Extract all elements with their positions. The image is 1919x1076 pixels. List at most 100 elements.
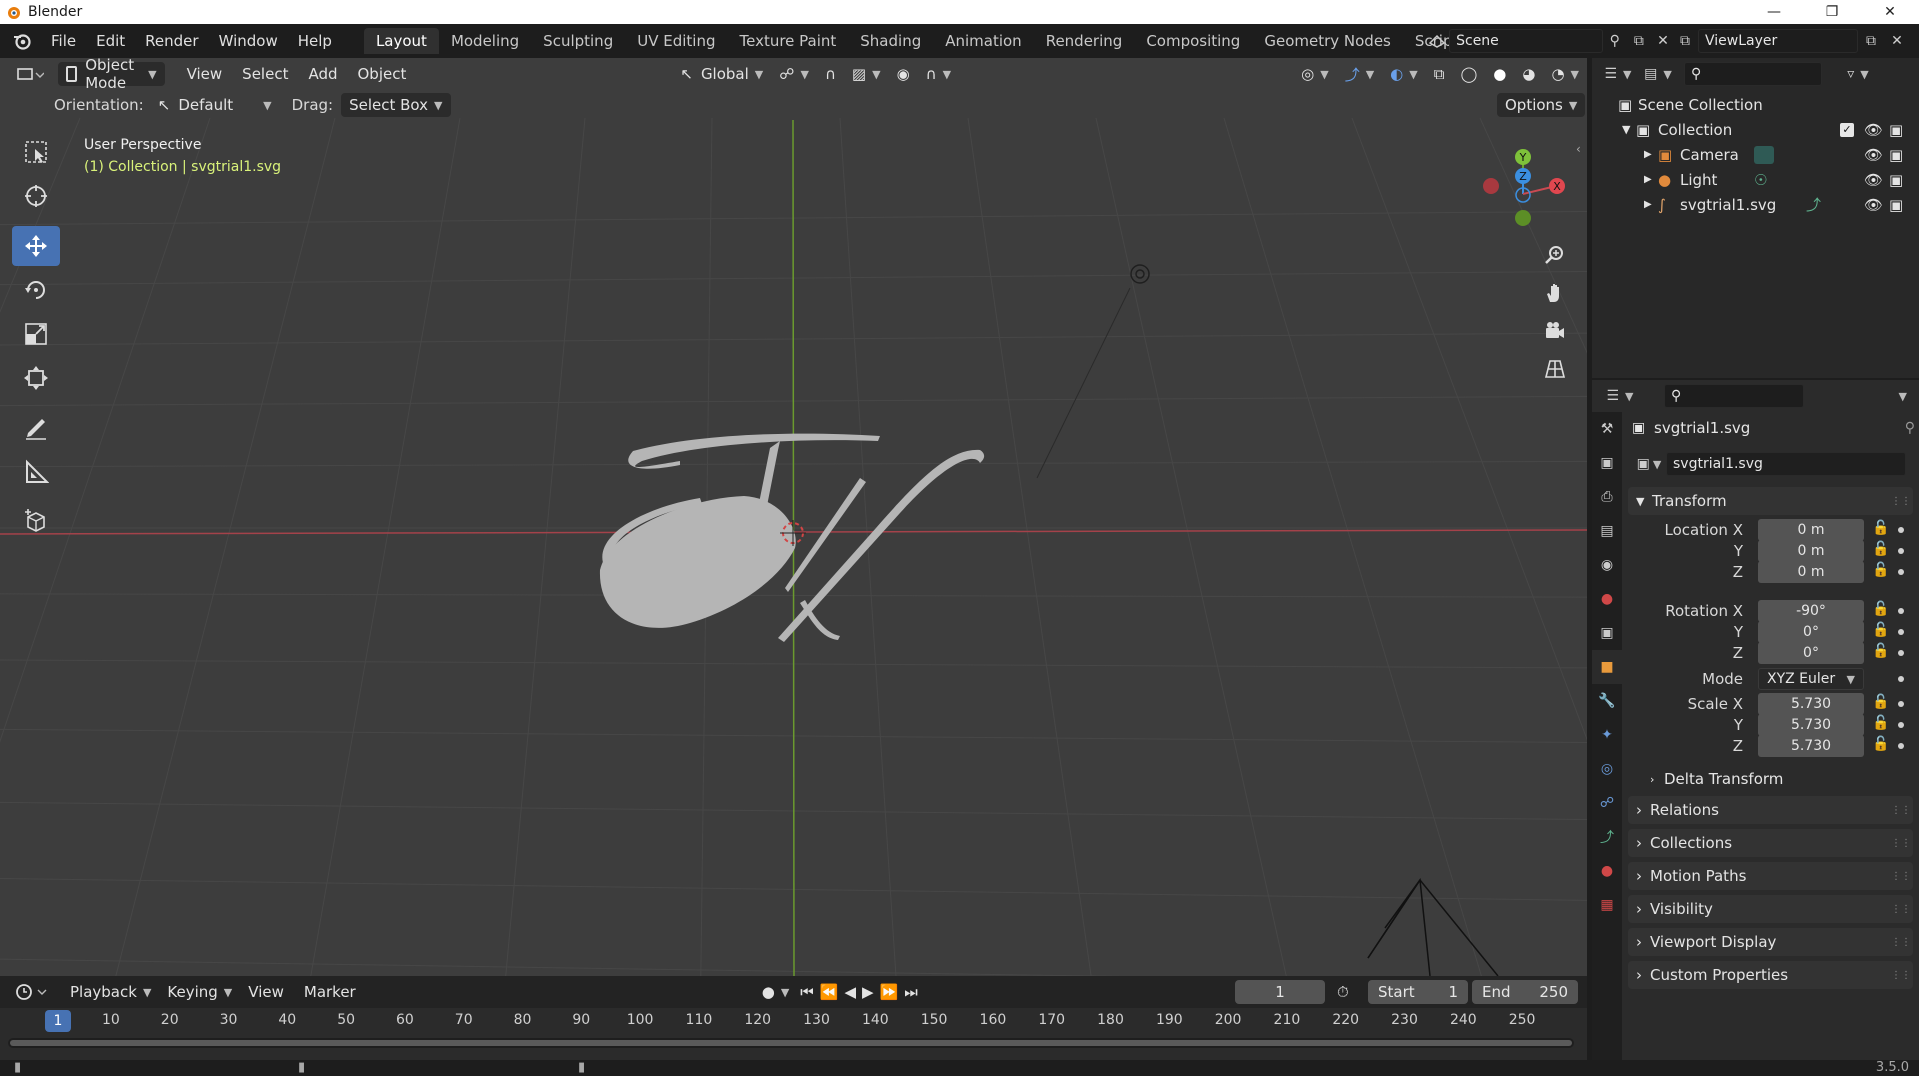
outliner-row-collection[interactable]: ▼ ▣ Collection ✓ 👁 ▣ (1592, 117, 1919, 142)
visibility-selectability-icon[interactable]: ◎ ▼ (1293, 62, 1337, 86)
tab-modeling[interactable]: Modeling (439, 28, 531, 54)
preview-range-icon[interactable]: ⏱ (1329, 980, 1357, 1004)
overlays-toggle-icon[interactable]: ◐ ▼ (1382, 62, 1426, 86)
rotation-mode-dropdown[interactable]: XYZ Euler ▼ (1758, 668, 1864, 690)
outliner-row-camera[interactable]: ▶ ▣ Camera 👁 ▣ (1592, 142, 1919, 167)
outliner-editor-type-icon[interactable]: ☰ ▼ (1598, 62, 1638, 86)
jump-end-icon[interactable]: ⏭ (901, 980, 921, 1004)
scene-name-field[interactable]: Scene (1449, 29, 1603, 53)
menu-help[interactable]: Help (288, 28, 342, 54)
keyframe-dot[interactable] (1898, 650, 1904, 656)
rendered-shading-icon[interactable]: ◔ ▼ (1543, 62, 1587, 86)
object-name-field[interactable]: svgtrial1.svg (1666, 452, 1906, 476)
keyframe-dot[interactable] (1898, 527, 1904, 533)
auto-keying-icon[interactable]: ● ▼ (754, 980, 798, 1004)
keyframe-dot[interactable] (1898, 608, 1904, 614)
lock-icon[interactable]: 🔓 (1872, 736, 1890, 756)
timeline-ruler[interactable]: 1 10 20 30 40 50 60 70 80 90 100 110 120 130 140 150 160… (0, 1010, 1587, 1034)
properties-editor-type-icon[interactable]: ☰ ▼ (1600, 384, 1640, 408)
outliner-row-svgtrial[interactable]: ▶ ∫ svgtrial1.svg ⤴ 👁 ▣ (1592, 192, 1919, 217)
render-camera-icon[interactable]: ▣ (1889, 146, 1903, 164)
lock-icon[interactable]: 🔓 (1872, 694, 1890, 714)
scale-y-field[interactable]: 5.730 (1758, 714, 1864, 736)
blender-menu-icon[interactable] (9, 28, 35, 54)
rotation-x-field[interactable]: -90° (1758, 600, 1864, 622)
output-tab-icon[interactable]: ⎙ (1592, 480, 1622, 514)
menu-timeline-view[interactable]: View (240, 980, 292, 1004)
menu-keying[interactable]: Keying ▼ (159, 980, 240, 1004)
viewlayer-name-field[interactable]: ViewLayer (1698, 29, 1858, 53)
exclude-checkbox[interactable]: ✓ (1840, 122, 1854, 137)
tab-rendering[interactable]: Rendering (1034, 28, 1135, 54)
timeline-editor-type-button[interactable] (6, 980, 58, 1004)
proportional-edit-icon[interactable]: ◉ (889, 62, 918, 86)
visibility-panel-header[interactable]: › Visibility ⋮⋮ (1628, 895, 1913, 923)
tab-shading[interactable]: Shading (848, 28, 933, 54)
drag-grip-icon[interactable]: ⋮⋮ (1891, 937, 1911, 948)
prev-keyframe-icon[interactable]: ⏪ (817, 980, 842, 1004)
options-dropdown[interactable]: Options ▼ (1497, 93, 1586, 117)
cursor-tool[interactable] (12, 176, 60, 216)
maximize-icon[interactable]: ❐ (1803, 0, 1861, 24)
keyframe-dot[interactable] (1898, 743, 1904, 749)
menu-view[interactable]: View (179, 62, 231, 86)
lock-icon[interactable]: 🔓 (1872, 541, 1890, 561)
keyframe-dot[interactable] (1898, 629, 1904, 635)
end-frame-field[interactable]: End 250 (1472, 980, 1578, 1004)
rotate-tool[interactable] (12, 270, 60, 310)
keyframe-dot[interactable] (1898, 676, 1904, 682)
rotation-y-field[interactable]: 0° (1758, 621, 1864, 643)
menu-render[interactable]: Render (135, 28, 208, 54)
outliner-row-scene-collection[interactable]: ▣ Scene Collection (1592, 92, 1919, 117)
keyframe-dot[interactable] (1898, 569, 1904, 575)
location-z-field[interactable]: 0 m (1758, 561, 1864, 583)
properties-options-icon[interactable]: ▼ (1899, 390, 1907, 403)
tool-tab-icon[interactable]: ⚒ (1592, 412, 1622, 446)
modifier-tab-icon[interactable]: 🔧 (1592, 684, 1622, 718)
start-frame-field[interactable]: Start 1 (1368, 980, 1468, 1004)
render-tab-icon[interactable]: ▣ (1592, 446, 1622, 480)
tab-animation[interactable]: Animation (933, 28, 1033, 54)
collection-tab-icon[interactable]: ▣ (1592, 616, 1622, 650)
lock-icon[interactable]: 🔓 (1872, 715, 1890, 735)
texture-tab-icon[interactable]: ▦ (1592, 888, 1622, 922)
object-tab-icon[interactable]: ■ (1592, 650, 1622, 684)
menu-select[interactable]: Select (234, 62, 296, 86)
render-camera-icon[interactable]: ▣ (1889, 171, 1903, 189)
tab-geometry-nodes[interactable]: Geometry Nodes (1252, 28, 1403, 54)
particles-tab-icon[interactable]: ✦ (1592, 718, 1622, 752)
expand-svgtrial-icon[interactable]: ▶ (1644, 199, 1658, 210)
menu-add[interactable]: Add (300, 62, 345, 86)
relations-panel-header[interactable]: › Relations ⋮⋮ (1628, 796, 1913, 824)
lock-icon[interactable]: 🔓 (1872, 520, 1890, 540)
pin-icon[interactable]: ⚲ (1603, 29, 1627, 53)
mode-dropdown[interactable]: Object Mode ▼ (58, 58, 165, 92)
orientation-dropdown[interactable]: ↖ Default ▼ (150, 93, 280, 117)
gizmo-toggle-icon[interactable]: ⤴ ▼ (1337, 62, 1382, 86)
move-tool[interactable] (12, 226, 60, 266)
tab-texture-paint[interactable]: Texture Paint (727, 28, 848, 54)
new-viewlayer-icon[interactable]: ⧉ (1858, 29, 1884, 53)
tab-compositing[interactable]: Compositing (1134, 28, 1252, 54)
viewlayer-icon[interactable]: ⧉ (1672, 29, 1698, 53)
transform-tool[interactable] (12, 358, 60, 398)
scale-tool[interactable] (12, 314, 60, 354)
motion-paths-panel-header[interactable]: › Motion Paths ⋮⋮ (1628, 862, 1913, 890)
object-browse-icon[interactable]: ▣ ▼ (1632, 452, 1666, 476)
menu-edit[interactable]: Edit (86, 28, 135, 54)
menu-marker[interactable]: Marker (296, 980, 364, 1004)
3d-viewport[interactable]: Object Mode ▼ View Select Add Object ↖ Gl… (0, 58, 1587, 976)
view-layer-tab-icon[interactable]: ▤ (1592, 514, 1622, 548)
editor-type-button[interactable] (8, 62, 52, 86)
menu-file[interactable]: File (41, 28, 86, 54)
navigation-gizmo[interactable]: Y Z X (1470, 134, 1570, 244)
scale-z-field[interactable]: 5.730 (1758, 735, 1864, 757)
drag-grip-icon[interactable]: ⋮⋮ (1891, 496, 1911, 507)
wireframe-shading-icon[interactable]: ◯ (1452, 62, 1485, 86)
world-tab-icon[interactable]: ● (1592, 582, 1622, 616)
snap-icon[interactable]: ∩ (817, 62, 844, 86)
filter-icon[interactable]: ▿ ▼ (1838, 62, 1878, 86)
drag-grip-icon[interactable]: ⋮⋮ (1891, 871, 1911, 882)
pan-hand-icon[interactable] (1538, 276, 1572, 310)
select-box-tool[interactable] (12, 132, 60, 172)
